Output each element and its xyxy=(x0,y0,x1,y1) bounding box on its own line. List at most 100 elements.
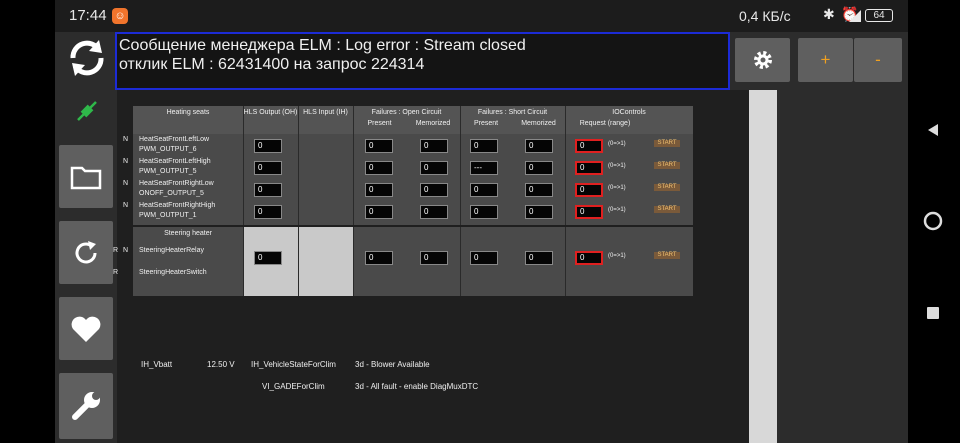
short-present-field[interactable]: 0 xyxy=(470,139,498,153)
recents-icon[interactable] xyxy=(927,307,939,319)
row-flag: N xyxy=(123,136,129,143)
hls-output-field[interactable]: 0 xyxy=(254,139,282,153)
request-field[interactable]: 0 xyxy=(575,183,603,197)
gade-value: 3d - All fault - enable DiagMuxDTC xyxy=(355,382,479,391)
short-memorized-field[interactable]: 0 xyxy=(525,205,553,219)
settings-tools-button[interactable] xyxy=(59,373,113,439)
request-field[interactable]: 0 xyxy=(575,161,603,175)
header-iocontrols: IOControls xyxy=(612,109,646,116)
header-open-present: Present xyxy=(367,120,392,127)
plus-button[interactable]: + xyxy=(798,38,853,82)
heating-table: Heating seats HLS Output (OH) HLS Input … xyxy=(113,106,693,296)
header-failures-open: Failures : Open Circuit xyxy=(371,109,442,116)
short-memorized-field[interactable]: 0 xyxy=(525,183,553,197)
request-field[interactable]: 0 xyxy=(575,139,603,153)
open-present-field[interactable]: 0 xyxy=(365,139,393,153)
status-time: 17:44 xyxy=(69,7,107,24)
home-icon[interactable] xyxy=(922,210,944,232)
gear-icon xyxy=(753,51,772,69)
plug-icon xyxy=(77,101,97,121)
start-button[interactable]: START xyxy=(654,140,680,147)
short-memorized-field[interactable]: 0 xyxy=(525,139,553,153)
open-memorized-field[interactable]: 0 xyxy=(420,161,448,175)
header-heating-seats: Heating seats xyxy=(166,109,210,116)
network-speed: 0,4 КБ/с xyxy=(739,8,791,24)
short-memorized-field[interactable]: 0 xyxy=(525,161,553,175)
short-present-field[interactable]: 0 xyxy=(470,205,498,219)
range-label: (0=>1) xyxy=(608,207,626,213)
elm-app: Сообщение менеджера ELM : Log error : St… xyxy=(55,32,908,443)
row-flag-n: N xyxy=(123,247,129,254)
android-nav-bar xyxy=(908,0,960,443)
reload-icon xyxy=(75,240,97,263)
range-label: (0=>1) xyxy=(608,163,626,169)
row-label: HeatSeatFrontRightHigh PWM_OUTPUT_1 xyxy=(139,202,216,219)
header-failures-short: Failures : Short Circuit xyxy=(477,109,548,116)
range-label: (0=>1) xyxy=(608,141,626,147)
sync-icon[interactable] xyxy=(65,36,109,80)
gade-label: VI_GADEForClim xyxy=(262,382,325,391)
header-hls-output: HLS Output (OH) xyxy=(243,109,298,116)
bluetooth-icon: ✱ xyxy=(823,6,835,22)
scrollbar[interactable] xyxy=(749,90,777,443)
open-present-field[interactable]: 0 xyxy=(365,183,393,197)
open-present-field[interactable]: 0 xyxy=(365,205,393,219)
minus-button[interactable]: - xyxy=(854,38,902,82)
short-memorized-field[interactable]: 0 xyxy=(525,251,553,265)
start-button[interactable]: START xyxy=(654,252,680,259)
steering-switch-label: SteeringHeaterSwitch xyxy=(139,269,207,276)
folder-icon xyxy=(70,166,102,189)
signal-icon xyxy=(849,10,861,22)
row-flag: N xyxy=(123,158,129,165)
open-present-field[interactable]: 0 xyxy=(365,251,393,265)
notification-icon: ☺ xyxy=(112,8,128,24)
heart-icon xyxy=(71,316,101,342)
hls-output-field[interactable]: 0 xyxy=(254,183,282,197)
message-line-2: отклик ELM : 62431400 на запрос 224314 xyxy=(119,56,425,73)
message-line-1: Сообщение менеджера ELM : Log error : St… xyxy=(119,37,526,54)
status-bar: 17:44 ☺ 0,4 КБ/с ✱ ⏰ 64 xyxy=(55,0,908,32)
row-label: HeatSeatFrontRightLow ONOFF_OUTPUT_5 xyxy=(139,180,214,197)
header-short-present: Present xyxy=(473,120,499,127)
wrench-icon xyxy=(72,392,100,420)
open-present-field[interactable]: 0 xyxy=(365,161,393,175)
row-flag-r: R xyxy=(113,269,119,276)
header-hls-input: HLS Input (IH) xyxy=(303,109,348,116)
folder-button[interactable] xyxy=(59,145,113,208)
vbatt-value: 12.50 V xyxy=(207,360,235,369)
hls-output-field[interactable]: 0 xyxy=(254,251,282,265)
header-request-range: Request (range) xyxy=(579,120,631,127)
open-memorized-field[interactable]: 0 xyxy=(420,139,448,153)
short-present-field[interactable]: --- xyxy=(470,161,498,175)
row-label: HeatSeatFrontLeftLow PWM_OUTPUT_6 xyxy=(139,136,210,153)
hls-output-field[interactable]: 0 xyxy=(254,161,282,175)
open-memorized-field[interactable]: 0 xyxy=(420,251,448,265)
favorite-button[interactable] xyxy=(59,297,113,360)
short-present-field[interactable]: 0 xyxy=(470,251,498,265)
row-flag: N xyxy=(123,202,129,209)
steering-relay-label: SteeringHeaterRelay xyxy=(139,247,204,254)
battery-icon: 64 xyxy=(865,9,893,22)
start-button[interactable]: START xyxy=(654,206,680,213)
open-memorized-field[interactable]: 0 xyxy=(420,183,448,197)
vehicle-state-value: 3d - Blower Available xyxy=(355,360,430,369)
vbatt-label: IH_Vbatt xyxy=(141,360,173,369)
range-label: (0=>1) xyxy=(608,185,626,191)
steering-heater-title: Steering heater xyxy=(164,230,212,237)
reload-button[interactable] xyxy=(59,221,113,284)
hls-output-field[interactable]: 0 xyxy=(254,205,282,219)
open-memorized-field[interactable]: 0 xyxy=(420,205,448,219)
start-button[interactable]: START xyxy=(654,184,680,191)
settings-button[interactable] xyxy=(735,38,790,82)
short-present-field[interactable]: 0 xyxy=(470,183,498,197)
range-label: (0=>1) xyxy=(608,253,626,259)
header-short-memorized: Memorized xyxy=(521,120,556,127)
back-icon[interactable] xyxy=(926,123,940,137)
row-flag: N xyxy=(123,180,129,187)
row-label: HeatSeatFrontLeftHigh PWM_OUTPUT_5 xyxy=(139,158,211,175)
elm-message-box: Сообщение менеджера ELM : Log error : St… xyxy=(115,32,730,90)
request-field[interactable]: 0 xyxy=(575,205,603,219)
request-field[interactable]: 0 xyxy=(575,251,603,265)
start-button[interactable]: START xyxy=(654,162,680,169)
row-flag-r: R xyxy=(113,247,119,254)
